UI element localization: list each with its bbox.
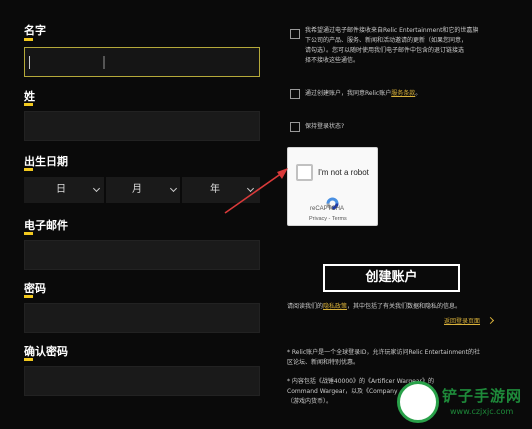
- terms-suffix: 。: [415, 90, 422, 97]
- mouse-cursor: [103, 56, 105, 69]
- account-note: * Relic账户是一个全球登录ID，允许玩家访问Relic Entertain…: [287, 348, 517, 368]
- marketing-line: 请勾选）。您可以随时使用我们电子邮件中包含的退订链接选: [305, 47, 465, 54]
- chevron-down-icon: [92, 184, 101, 193]
- marketing-line: 我希望通过电子邮件接收来自Relic Entertainment和它的世嘉旗: [305, 27, 479, 34]
- privacy-policy-link[interactable]: 隐私政策: [323, 303, 347, 310]
- last-name-input[interactable]: [24, 111, 260, 141]
- terms-consent-text: 通过创建账户，我同意Relic账户服务条款。: [305, 89, 421, 99]
- confirm-password-label: 确认密码: [24, 345, 68, 358]
- stay-logged-in-label: 保持登录状态?: [305, 123, 345, 130]
- terms-text: 通过创建账户，我同意Relic账户: [305, 90, 392, 97]
- terms-checkbox[interactable]: [290, 89, 300, 99]
- label-accent: [24, 232, 33, 235]
- password-label: 密码: [24, 282, 46, 295]
- marketing-checkbox[interactable]: [290, 29, 300, 39]
- dob-year-select[interactable]: 年: [210, 177, 220, 203]
- privacy-suffix: ，其中包括了有关我们数据和隐私的信息。: [347, 303, 462, 310]
- recaptcha-widget: I'm not a robot reCAPTCHA Privacy - Term…: [287, 147, 378, 226]
- dob-day-select[interactable]: 日: [56, 177, 66, 203]
- marketing-consent-text: 我希望通过电子邮件接收来自Relic Entertainment和它的世嘉旗 下…: [305, 26, 520, 66]
- recaptcha-footer: Privacy - Terms: [309, 216, 347, 222]
- chevron-down-icon: [169, 184, 178, 193]
- note-line: * Relic账户是一个全球登录ID，允许玩家访问Relic Entertain…: [287, 349, 480, 356]
- label-accent: [24, 295, 33, 298]
- create-account-button[interactable]: 创建账户: [323, 264, 460, 292]
- label-accent: [24, 168, 33, 171]
- confirm-password-input[interactable]: [24, 366, 260, 396]
- email-input[interactable]: [24, 240, 260, 270]
- recaptcha-privacy-link[interactable]: Privacy: [309, 216, 327, 222]
- watermark-text: 铲子手游网: [442, 387, 523, 405]
- first-name-input[interactable]: [24, 47, 260, 77]
- recaptcha-label: I'm not a robot: [318, 168, 369, 177]
- recaptcha-brand: reCAPTCHA: [310, 206, 345, 212]
- label-accent: [24, 358, 33, 361]
- last-name-label: 姓: [24, 90, 35, 103]
- stay-logged-in-checkbox[interactable]: [290, 122, 300, 132]
- terms-of-service-link[interactable]: 服务条款: [391, 90, 415, 97]
- marketing-line: 择不接收这些通信。: [305, 57, 360, 64]
- red-arrow-annotation: [224, 168, 288, 214]
- dob-label: 出生日期: [24, 155, 68, 168]
- site-watermark: 铲子手游网 www.czjxjc.com: [392, 377, 532, 429]
- watermark-url: www.czjxjc.com: [450, 407, 514, 416]
- label-accent: [24, 103, 33, 106]
- email-label: 电子邮件: [24, 219, 68, 232]
- back-to-login-link[interactable]: 返回登录页面: [444, 316, 480, 325]
- dob-month-select[interactable]: 月: [132, 177, 142, 203]
- marketing-line: 下公司的产品、服务、新闻和活动邀请的更新（如果您同意，: [305, 37, 468, 44]
- dob-divider: [180, 177, 182, 203]
- recaptcha-checkbox[interactable]: [296, 164, 313, 181]
- dob-divider: [104, 177, 106, 203]
- privacy-prefix: 请阅读我们的: [287, 303, 324, 310]
- watermark-logo-icon: [397, 381, 439, 423]
- privacy-notice: 请阅读我们的隐私政策，其中包括了有关我们数据和隐私的信息。: [287, 301, 461, 310]
- recaptcha-terms-link[interactable]: Terms: [332, 216, 347, 222]
- label-accent: [24, 38, 33, 41]
- note-line: 区论坛、新闻和特别优惠。: [287, 359, 360, 366]
- chevron-right-icon: [486, 316, 495, 325]
- text-caret: [29, 56, 30, 69]
- password-input[interactable]: [24, 303, 260, 333]
- first-name-label: 名字: [24, 24, 46, 37]
